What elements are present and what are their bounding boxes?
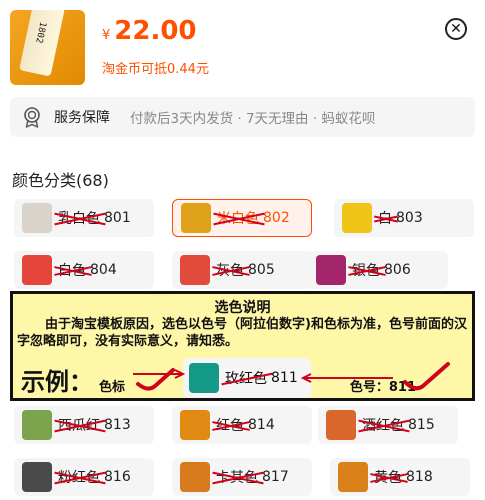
color-code: 813 xyxy=(104,417,131,433)
color-swatch xyxy=(180,255,210,285)
color-option[interactable]: 灰色 805 xyxy=(172,251,312,289)
color-code: 805 xyxy=(248,262,275,278)
color-swatch xyxy=(316,255,346,285)
pastel-tube-image: 1802 xyxy=(19,10,65,77)
color-name: 银色 xyxy=(352,260,380,280)
color-name: 酒红色 xyxy=(362,415,404,435)
color-swatch xyxy=(22,203,52,233)
color-name: 红色 xyxy=(216,415,244,435)
color-swatch xyxy=(180,462,210,492)
color-option[interactable]: 黄色 818 xyxy=(330,458,470,496)
color-swatch xyxy=(22,410,52,440)
color-code: 817 xyxy=(262,469,289,485)
notice-title: 选色说明 xyxy=(214,300,271,316)
coin-discount-text: 淘金币可抵0.44元 xyxy=(102,62,209,77)
color-option[interactable]: 乳白色 801 xyxy=(14,199,154,237)
color-option[interactable]: 西瓜红 813 xyxy=(14,406,154,444)
color-option[interactable]: 卡其色 817 xyxy=(172,458,312,496)
service-desc: 付款后3天内发货 · 7天无理由 · 蚂蚁花呗 xyxy=(130,111,376,127)
color-name: 玫红色 xyxy=(225,368,267,388)
color-option[interactable]: 酒红色 815 xyxy=(318,406,458,444)
color-name: 白 xyxy=(378,208,392,228)
color-code: 815 xyxy=(408,417,435,433)
color-option[interactable]: 粉红色 816 xyxy=(14,458,154,496)
color-selection-notice: 选色说明 由于淘宝模板原因，选色以色号（阿拉伯数字)和色标为准，色号前面的汉字忽… xyxy=(10,291,475,401)
color-name: 白色 xyxy=(58,260,86,280)
notice-body: 由于淘宝模板原因，选色以色号（阿拉伯数字)和色标为准，色号前面的汉字忽略即可，没… xyxy=(17,317,467,349)
close-button[interactable]: ✕ xyxy=(445,18,467,40)
service-guarantee-bar[interactable]: 服务保障 付款后3天内发货 · 7天无理由 · 蚂蚁花呗 xyxy=(10,97,475,137)
product-thumbnail[interactable]: 1802 xyxy=(10,10,85,85)
color-name: 粉红色 xyxy=(58,467,100,487)
color-swatch xyxy=(338,462,368,492)
color-name: 黄色 xyxy=(374,467,402,487)
color-swatch xyxy=(342,203,372,233)
code-label: 色号：811 xyxy=(349,380,416,395)
color-swatch xyxy=(326,410,356,440)
color-name: 西瓜红 xyxy=(58,415,100,435)
color-swatch xyxy=(22,462,52,492)
color-name: 卡其色 xyxy=(216,467,258,487)
color-code: 806 xyxy=(384,262,411,278)
example-label: 示例： xyxy=(21,368,93,396)
check-mark-left xyxy=(136,368,175,391)
badge-icon xyxy=(24,107,40,128)
color-swatch xyxy=(180,410,210,440)
color-code: 814 xyxy=(248,417,275,433)
color-option[interactable]: 红色 814 xyxy=(172,406,312,444)
color-code: 803 xyxy=(396,210,423,226)
color-option[interactable]: 米白色 802 xyxy=(172,199,312,237)
color-swatch xyxy=(22,255,52,285)
service-title: 服务保障 xyxy=(54,110,110,126)
currency-symbol: ¥ xyxy=(102,28,111,43)
color-code: 818 xyxy=(406,469,433,485)
color-code: 811 xyxy=(271,370,298,386)
swatch-tag-label: 色标 xyxy=(99,380,126,395)
price-value: 22.00 xyxy=(114,16,197,46)
color-name: 灰色 xyxy=(216,260,244,280)
color-category-title: 颜色分类(68) xyxy=(12,171,109,190)
close-icon: ✕ xyxy=(450,21,462,37)
color-swatch xyxy=(181,203,211,233)
color-name: 米白色 xyxy=(217,208,259,228)
color-name: 乳白色 xyxy=(58,208,100,228)
color-swatch xyxy=(189,363,219,393)
color-code: 804 xyxy=(90,262,117,278)
color-option[interactable]: 白 803 xyxy=(334,199,474,237)
color-code: 802 xyxy=(263,210,290,226)
thumb-label: 1802 xyxy=(33,20,48,45)
example-color-chip: 玫红色 811 xyxy=(183,358,311,398)
color-option[interactable]: 白色 804 xyxy=(14,251,154,289)
color-option[interactable]: 银色 806 xyxy=(308,251,448,289)
price: ¥ 22.00 xyxy=(102,16,197,46)
color-code: 801 xyxy=(104,210,131,226)
color-code: 816 xyxy=(104,469,131,485)
